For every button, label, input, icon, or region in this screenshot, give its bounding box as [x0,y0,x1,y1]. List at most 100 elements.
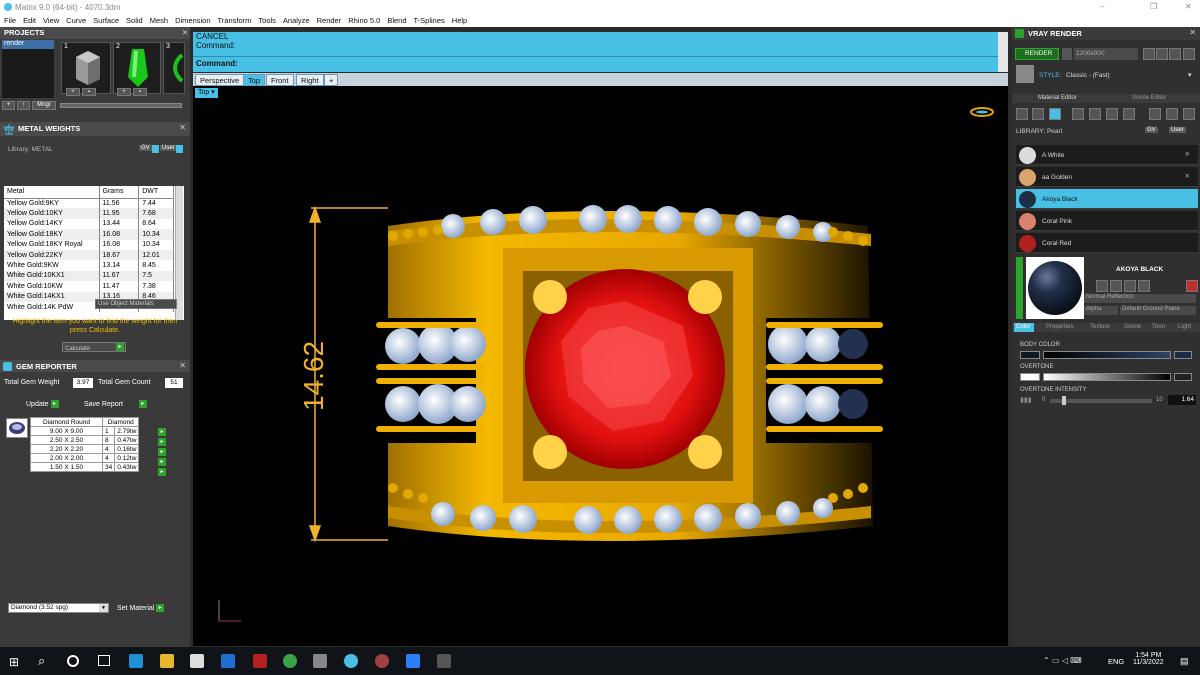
column-metal[interactable]: Metal [4,186,100,199]
select-row-button[interactable]: ▸ [158,458,166,466]
close-icon[interactable]: ✕ [1185,172,1190,180]
table-row[interactable]: Yellow Gold:18KY 16.08 10.34 [4,229,174,240]
reset-icon[interactable] [1186,280,1198,292]
intensity-slider-thumb[interactable] [1062,396,1066,405]
up-project-button[interactable]: ↑ [17,101,30,110]
project-item[interactable]: render [2,40,54,49]
intensity-value[interactable]: 1.64 [1168,395,1196,405]
table-row[interactable]: Yellow Gold:14KY 13.44 8.64 [4,218,174,230]
user-toggle[interactable] [176,145,183,153]
table-row[interactable]: Yellow Gold:18KY Royal 16.08 10.34 [4,239,174,250]
material-item[interactable]: A White ✕ [1016,145,1198,165]
command-scrollbar[interactable] [998,32,1008,72]
overtone-end-swatch[interactable] [1174,373,1192,381]
table-row[interactable]: White Gold:10KW 11.47 7.38 [4,281,174,292]
keyshot-icon[interactable] [375,654,389,668]
menu-rhino[interactable]: Rhino 5.0 [348,16,380,25]
close-icon[interactable]: ✕ [182,27,188,39]
matrix-icon[interactable] [344,654,358,668]
tab-front[interactable]: Front [266,74,294,86]
select-row-button[interactable]: ▸ [158,438,166,446]
tab-properties[interactable]: Properties [1046,324,1073,330]
select-row-button[interactable]: ▸ [158,448,166,456]
ground-plane-select[interactable]: Default Ground Plane [1120,306,1196,315]
view-label[interactable]: Top ▾ [195,88,218,98]
cortana-icon[interactable] [67,655,79,667]
update-button[interactable]: Update ▸ [26,400,59,408]
style-select[interactable]: Classic - (Fast) [1066,72,1110,79]
gv-button[interactable]: GV [139,145,152,151]
material-tool-icon[interactable] [1166,108,1178,120]
menu-tools[interactable]: Tools [258,16,276,25]
menu-render[interactable]: Render [317,16,342,25]
tab-color[interactable]: Color [1016,324,1030,330]
material-select[interactable]: Diamond (3.52 spg) ▼ [8,603,109,613]
gumball-icon[interactable] [969,107,995,117]
save-report-button[interactable]: Save Report ▸ [84,400,147,408]
use-object-materials-toggle[interactable]: Use Object Materials [95,299,177,309]
material-tool-icon[interactable] [1016,108,1028,120]
preview-tool-icon[interactable] [1096,280,1108,292]
menu-tsplines[interactable]: T-Splines [414,16,445,25]
windows-start-icon[interactable]: ⊞ [9,655,19,669]
table-row[interactable]: White Gold:9KW 13.14 8.45 [4,260,174,271]
tile-edit-icon[interactable]: ▪ [82,88,96,96]
material-tool-icon[interactable] [1089,108,1101,120]
gv-button[interactable]: GV [1145,127,1158,133]
alpha-toggle[interactable]: Alpha [1084,306,1118,315]
body-color-end-swatch[interactable] [1174,351,1192,359]
preview-tool-icon[interactable] [1138,280,1150,292]
body-color-slider[interactable] [1043,351,1171,359]
select-row-button[interactable]: ▸ [158,428,166,436]
table-row[interactable]: Yellow Gold:9KY 11.56 7.44 [4,198,174,209]
menu-mesh[interactable]: Mesh [150,16,168,25]
task-view-icon[interactable] [98,655,110,666]
tab-toon[interactable]: Toon [1152,324,1165,330]
camera-icon[interactable] [1062,48,1072,60]
menu-view[interactable]: View [43,16,59,25]
maximize-button[interactable]: ❐ [1150,2,1157,11]
user-button[interactable]: User [1169,127,1186,133]
menu-surface[interactable]: Surface [93,16,119,25]
project-tile-3[interactable]: 3 [163,42,185,94]
render-button[interactable]: RENDER [1015,48,1059,60]
preview-tool-icon[interactable] [1124,280,1136,292]
table-row[interactable]: 2.50 X 2.50 8 0.47tw [30,435,140,445]
rhino-icon[interactable] [313,654,327,668]
file-explorer-icon[interactable] [160,654,174,668]
menu-analyze[interactable]: Analyze [283,16,310,25]
table-row[interactable]: 2.20 X 2.20 4 0.16tw [30,444,140,454]
prev-icon[interactable] [1156,48,1168,60]
diamond-thumbnail[interactable] [6,418,28,438]
tile-add-icon[interactable]: + [117,88,131,96]
material-item[interactable]: Coral Pink [1016,211,1198,231]
overtone-swatch[interactable] [1020,373,1040,381]
clock[interactable]: 1:54 PM 11/3/2022 [1133,652,1164,666]
table-row[interactable]: 1.50 X 1.50 34 0.43tw [30,462,140,472]
add-project-button[interactable]: + [2,101,15,110]
close-icon[interactable]: ✕ [1185,150,1190,158]
column-grams[interactable]: Grams [99,186,140,199]
resize-icon[interactable] [1143,48,1155,60]
material-tool-icon[interactable] [1032,108,1044,120]
manager-button[interactable]: Mngr [32,101,56,110]
minimize-button[interactable]: – [1100,2,1104,11]
table-row[interactable]: White Gold:10KX1 11.67 7.5 [4,270,174,282]
chrome-icon[interactable] [283,654,297,668]
material-tool-icon[interactable] [1072,108,1084,120]
tab-add[interactable]: + [324,74,339,86]
body-color-swatch[interactable] [1020,351,1040,359]
material-item[interactable]: Akoya Black [1016,189,1198,209]
preview-tool-icon[interactable] [1110,280,1122,292]
user-button[interactable]: User [160,145,177,151]
menu-curve[interactable]: Curve [66,16,86,25]
set-material-button[interactable]: Set Material ▸ [117,604,165,612]
resolution-field[interactable]: 1200x900 [1074,48,1138,60]
menu-dimension[interactable]: Dimension [175,16,210,25]
tile-scrollbar[interactable] [60,103,182,108]
menu-help[interactable]: Help [452,16,467,25]
menu-transform[interactable]: Transform [218,16,252,25]
project-tile-1[interactable]: 1 [61,42,111,94]
store-icon[interactable] [190,654,204,668]
reflection-select[interactable]: Normal Reflection [1084,294,1196,303]
